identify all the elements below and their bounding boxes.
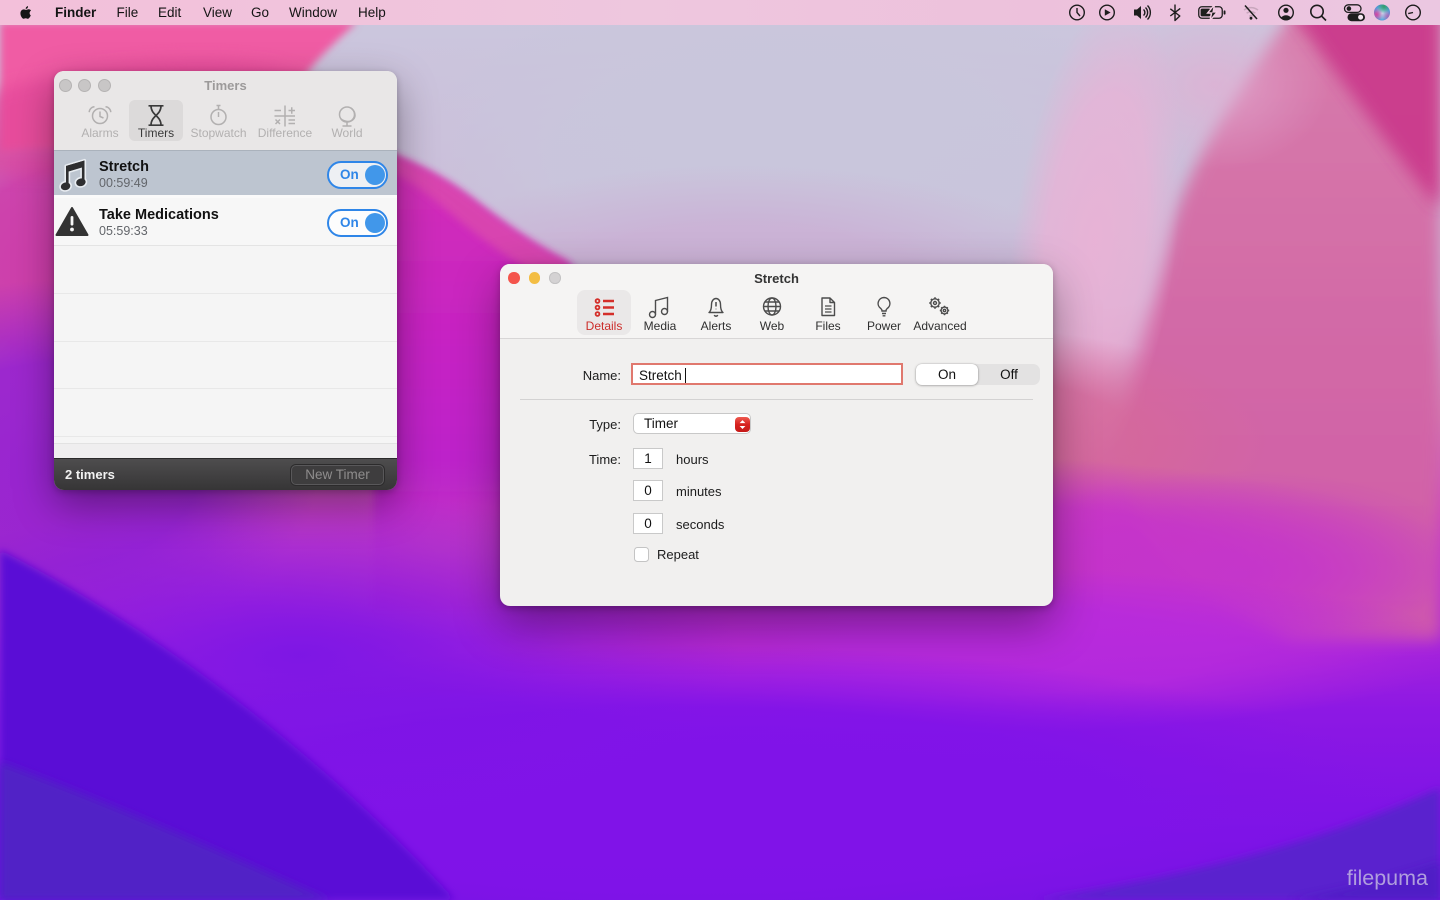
svg-text:filepuma: filepuma <box>1347 866 1428 890</box>
